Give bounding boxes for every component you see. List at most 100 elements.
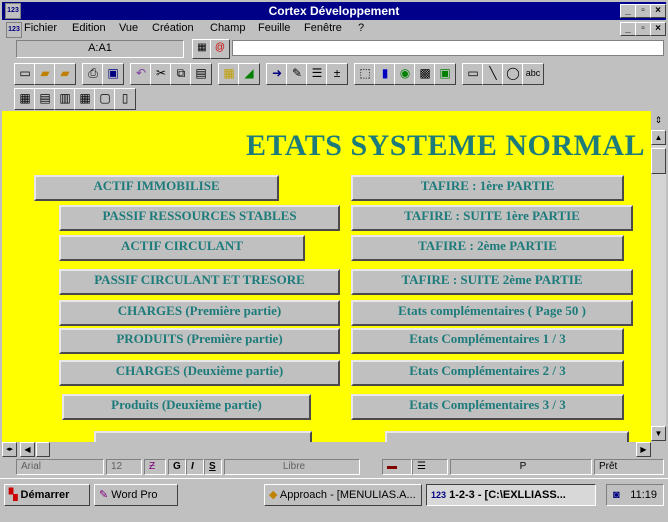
task-word-pro[interactable]: ✎ Word Pro: [94, 484, 178, 506]
menu-edition[interactable]: Edition: [72, 22, 106, 34]
text-icon[interactable]: abc: [522, 63, 544, 85]
task-label-123: 1-2-3 - [C:\EXLLIASS...: [449, 489, 566, 501]
scroll-up-icon[interactable]: ▲: [651, 130, 666, 145]
sum-icon[interactable]: ±: [326, 63, 348, 85]
globe-icon[interactable]: ◉: [394, 63, 416, 85]
new-icon[interactable]: ▭: [14, 63, 36, 85]
split-handle[interactable]: ⇕: [651, 111, 666, 130]
scroll-down-icon[interactable]: ▼: [651, 426, 666, 441]
text-color-icon[interactable]: Ƶ: [144, 459, 166, 475]
actif-circulant-button[interactable]: ACTIF CIRCULANT: [59, 235, 305, 261]
formula-input[interactable]: [232, 40, 664, 56]
passif-ressources-stables-button[interactable]: PASSIF RESSOURCES STABLES: [59, 205, 340, 231]
menu-bar: 123 Fichier Edition Vue Création Champ F…: [2, 20, 666, 38]
menu-fichier[interactable]: Fichier: [24, 22, 57, 34]
open-icon[interactable]: ▰: [34, 63, 56, 85]
undo-icon[interactable]: ↶: [130, 63, 152, 85]
task-123[interactable]: 123 1-2-3 - [C:\EXLLIASS...: [426, 484, 596, 506]
draw-icon[interactable]: ◢: [238, 63, 260, 85]
cut-icon[interactable]: ✂: [150, 63, 172, 85]
sheets-icon[interactable]: ▥: [54, 88, 76, 110]
menu-help[interactable]: ?: [358, 22, 364, 34]
barchart-icon[interactable]: ▮: [374, 63, 396, 85]
h-scroll-thumb[interactable]: [36, 442, 50, 457]
task-approach[interactable]: ◆ Approach - [MENULIAS.A...: [264, 484, 422, 506]
paste-icon[interactable]: ▤: [190, 63, 212, 85]
tafire-suite-1ere-partie-button[interactable]: TAFIRE : SUITE 1ère PARTIE: [351, 205, 633, 231]
horizontal-scrollbar[interactable]: ◂▸ ◀ ▶: [2, 442, 666, 458]
document-icon[interactable]: 123: [6, 22, 22, 38]
print-icon[interactable]: ⎙: [82, 63, 104, 85]
hidden-button-right[interactable]: [385, 431, 629, 442]
navigator-icon[interactable]: ▦: [192, 39, 212, 59]
start-button[interactable]: ▚ Démarrer: [4, 484, 90, 506]
wordpro-icon: ✎: [99, 489, 109, 501]
tafire-suite-2eme-partie-button[interactable]: TAFIRE : SUITE 2ème PARTIE: [351, 269, 633, 295]
copy-icon[interactable]: ⧉: [170, 63, 192, 85]
etats-complementaires-1-button[interactable]: Etats Complémentaires 1 / 3: [351, 328, 624, 354]
etats-complementaires-page50-button[interactable]: Etats complémentaires ( Page 50 ): [351, 300, 633, 326]
table-icon[interactable]: ▦: [74, 88, 96, 110]
doc-minimize-button[interactable]: _: [620, 22, 636, 36]
produits-deuxieme-partie-button[interactable]: Produits (Deuxième partie): [62, 394, 311, 420]
menu-vue[interactable]: Vue: [119, 22, 138, 34]
align-icon[interactable]: ☰: [412, 459, 448, 475]
frame-icon[interactable]: ▢: [94, 88, 116, 110]
minimize-button[interactable]: _: [620, 4, 636, 18]
sheet-content: ETATS SYSTEME NORMAL ACTIF IMMOBILISE PA…: [2, 111, 651, 442]
menu-feuille[interactable]: Feuille: [258, 22, 290, 34]
font-name-field[interactable]: Arial: [16, 459, 104, 475]
scroll-thumb[interactable]: [651, 148, 666, 174]
chart-icon[interactable]: ▦: [218, 63, 240, 85]
etats-complementaires-2-button[interactable]: Etats Complémentaires 2 / 3: [351, 360, 624, 386]
grid-icon[interactable]: ▦: [14, 88, 36, 110]
tafire-2eme-partie-button[interactable]: TAFIRE : 2ème PARTIE: [351, 235, 624, 261]
title-bar[interactable]: 123 Cortex Développement _ ▫ ×: [2, 2, 666, 20]
vertical-scrollbar[interactable]: ▲ ▼: [651, 130, 666, 441]
tray-app-icon[interactable]: ◙: [613, 485, 620, 505]
doc-maximize-button[interactable]: ▫: [635, 22, 651, 36]
menu-fenetre[interactable]: Fenêtre: [304, 22, 342, 34]
font-size-field[interactable]: 12: [106, 459, 142, 475]
actif-immobilise-button[interactable]: ACTIF IMMOBILISE: [34, 175, 279, 201]
task-label-approach: Approach - [MENULIAS.A...: [279, 489, 416, 501]
close-button[interactable]: ×: [650, 4, 666, 18]
sheet-icon[interactable]: ▤: [34, 88, 56, 110]
map2-icon[interactable]: ▣: [434, 63, 456, 85]
select-icon[interactable]: ⬚: [354, 63, 376, 85]
menu-creation[interactable]: Création: [152, 22, 194, 34]
arrow-icon[interactable]: ➜: [266, 63, 288, 85]
style-field[interactable]: Libre: [224, 459, 360, 475]
page-icon[interactable]: ▯: [114, 88, 136, 110]
menu-champ[interactable]: Champ: [210, 22, 245, 34]
underline-button[interactable]: S: [204, 459, 222, 475]
color-icon[interactable]: ▬: [382, 459, 412, 475]
charges-deuxieme-partie-button[interactable]: CHARGES (Deuxième partie): [59, 360, 340, 386]
bold-button[interactable]: G: [168, 459, 186, 475]
scroll-left-icon[interactable]: ◀: [20, 442, 35, 457]
produits-premiere-partie-button[interactable]: PRODUITS (Première partie): [59, 328, 340, 354]
tafire-1ere-partie-button[interactable]: TAFIRE : 1ère PARTIE: [351, 175, 624, 201]
ellipse-icon[interactable]: ◯: [502, 63, 524, 85]
at-function-icon[interactable]: @: [210, 39, 230, 59]
rect-icon[interactable]: ▭: [462, 63, 484, 85]
hidden-button-left[interactable]: [94, 431, 312, 442]
line-icon[interactable]: ╲: [482, 63, 504, 85]
etats-complementaires-3-button[interactable]: Etats Complémentaires 3 / 3: [351, 394, 624, 420]
application-window: 123 Cortex Développement _ ▫ × 123 Fichi…: [0, 0, 668, 522]
map-icon[interactable]: ▩: [414, 63, 436, 85]
sort-icon[interactable]: ☰: [306, 63, 328, 85]
maximize-button[interactable]: ▫: [635, 4, 651, 18]
folder-icon[interactable]: ▰: [54, 63, 76, 85]
doc-close-button[interactable]: ×: [650, 22, 666, 36]
brush-icon[interactable]: ✎: [286, 63, 308, 85]
scroll-right-icon[interactable]: ▶: [636, 442, 651, 457]
passif-circulant-tresore-button[interactable]: PASSIF CIRCULANT ET TRESORE: [59, 269, 340, 295]
italic-button[interactable]: I: [186, 459, 204, 475]
preview-icon[interactable]: ▣: [102, 63, 124, 85]
system-tray: ◙ 11:19: [606, 484, 664, 506]
cell-address-box[interactable]: A:A1: [16, 40, 184, 58]
sheet-tab-nav-icon[interactable]: ◂▸: [2, 442, 17, 457]
charges-premiere-partie-button[interactable]: CHARGES (Première partie): [59, 300, 340, 326]
task-label-word-pro: Word Pro: [111, 489, 158, 501]
